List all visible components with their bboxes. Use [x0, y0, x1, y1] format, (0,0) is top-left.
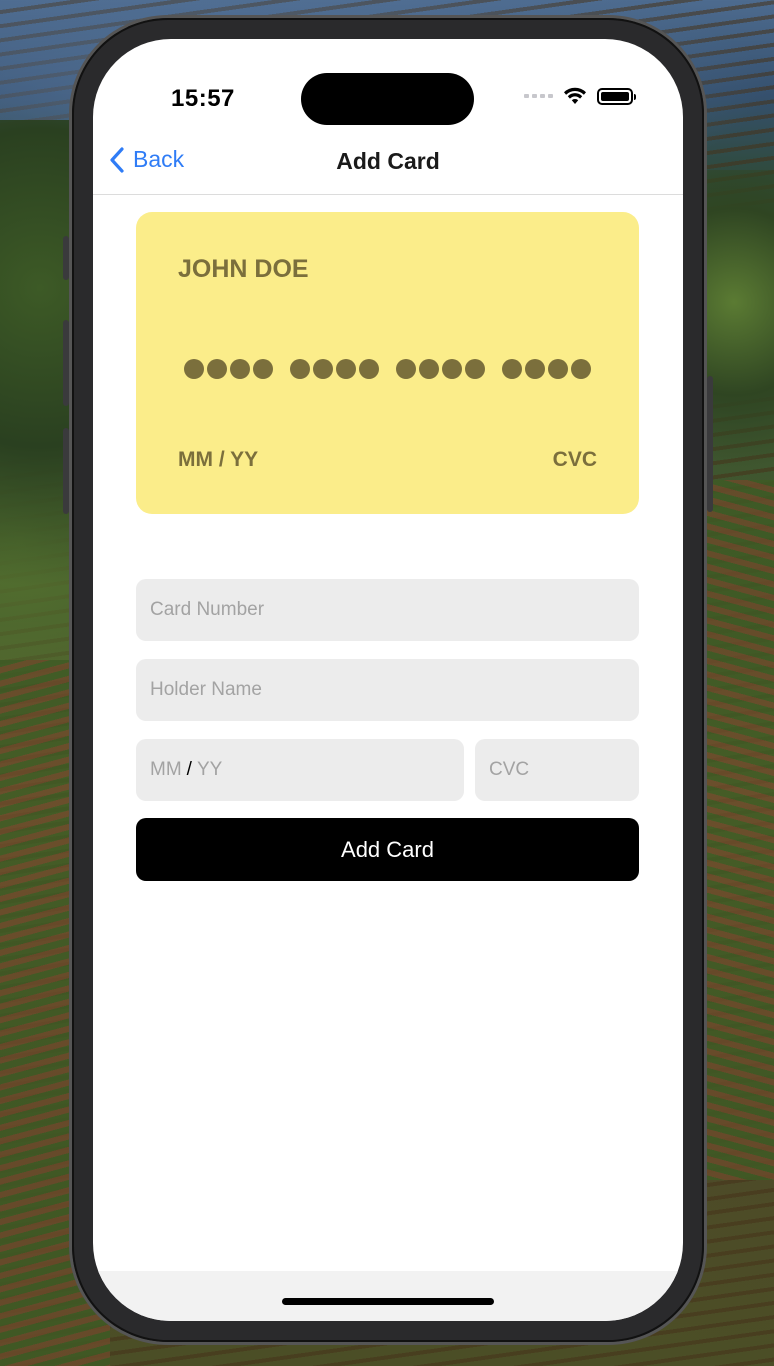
bottom-safe-area — [93, 1271, 683, 1321]
dynamic-island — [301, 73, 474, 125]
card-holder-name: JOHN DOE — [178, 255, 309, 283]
masked-digit-dot — [230, 359, 250, 379]
card-number-placeholder: Card Number — [150, 599, 265, 620]
card-preview: JOHN DOE MM / YY CVC — [136, 212, 639, 514]
card-number-group — [290, 359, 379, 379]
home-indicator[interactable] — [282, 1298, 494, 1305]
status-time: 15:57 — [171, 85, 235, 112]
navigation-bar: Back Add Card — [93, 134, 683, 195]
masked-digit-dot — [290, 359, 310, 379]
app-screen: 15:57 Back Add Card JOHN DOE MM / YY CVC… — [93, 39, 683, 1321]
card-expiry: MM / YY — [178, 448, 259, 471]
volume-up-button — [63, 320, 69, 406]
card-number-group — [396, 359, 485, 379]
masked-digit-dot — [184, 359, 204, 379]
expiry-field[interactable]: MM / YY — [136, 739, 464, 801]
wifi-icon — [564, 87, 586, 104]
page-title: Add Card — [336, 148, 440, 174]
status-icons — [524, 87, 636, 105]
masked-digit-dot — [313, 359, 333, 379]
masked-digit-dot — [207, 359, 227, 379]
masked-digit-dot — [396, 359, 416, 379]
card-number-masked — [184, 359, 591, 379]
power-button — [707, 376, 713, 512]
masked-digit-dot — [525, 359, 545, 379]
cvc-field[interactable]: CVC — [475, 739, 639, 801]
holder-name-field[interactable]: Holder Name — [136, 659, 639, 721]
card-number-group — [502, 359, 591, 379]
phone-frame: 15:57 Back Add Card JOHN DOE MM / YY CVC… — [63, 18, 713, 1342]
battery-icon — [597, 87, 636, 105]
cvc-placeholder: CVC — [489, 759, 530, 780]
volume-down-button — [63, 428, 69, 514]
masked-digit-dot — [465, 359, 485, 379]
masked-digit-dot — [253, 359, 273, 379]
cellular-signal-icon — [524, 94, 553, 98]
masked-digit-dot — [419, 359, 439, 379]
add-card-button[interactable]: Add Card — [136, 818, 639, 881]
masked-digit-dot — [571, 359, 591, 379]
card-number-group — [184, 359, 273, 379]
card-number-field[interactable]: Card Number — [136, 579, 639, 641]
expiry-month-placeholder: MM — [150, 759, 182, 780]
masked-digit-dot — [359, 359, 379, 379]
expiry-separator: / — [186, 759, 192, 780]
card-cvc: CVC — [552, 448, 597, 471]
masked-digit-dot — [442, 359, 462, 379]
action-button — [63, 236, 69, 280]
masked-digit-dot — [336, 359, 356, 379]
expiry-year-placeholder: YY — [196, 759, 223, 780]
add-card-button-label: Add Card — [341, 836, 434, 862]
masked-digit-dot — [548, 359, 568, 379]
holder-name-placeholder: Holder Name — [150, 679, 262, 700]
masked-digit-dot — [502, 359, 522, 379]
